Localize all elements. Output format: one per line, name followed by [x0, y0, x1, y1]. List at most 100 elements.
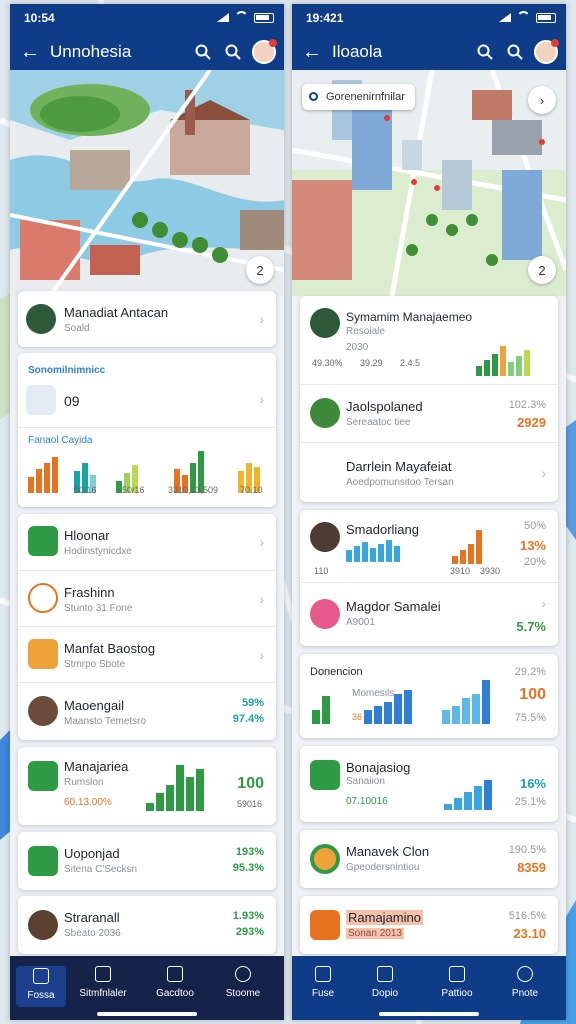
status-time: 19:421: [306, 11, 344, 25]
section-label: Fanaol Cayida: [28, 435, 93, 446]
stat-value: 2929: [517, 415, 546, 430]
profile-avatar[interactable]: [252, 39, 277, 64]
list-item[interactable]: Magdor Samalei A9001 › 5.7%: [300, 582, 558, 646]
list-item[interactable]: Darrlein Mayafeiat Aoedpomunsitoo Tersan…: [300, 442, 558, 502]
page-title: Unnohesia: [50, 42, 132, 61]
nav-home[interactable]: Fossa: [16, 966, 66, 1007]
list-title: Symamim Manajaemeo: [346, 310, 473, 324]
growth-card[interactable]: Manajariea Rumslon 60.13.00% 100 59016: [18, 747, 276, 825]
donation-card[interactable]: Donencion Momesils 36 29.2% 100 75.5%: [300, 654, 558, 738]
stat-value: 50%: [523, 520, 546, 532]
list-item[interactable]: Smadorliang 110 3910 3930 50% 13% 20%: [300, 510, 558, 582]
stats-card: Sonomilnimnicc 09 › Fanaol Cayida 50/16 …: [18, 353, 276, 507]
person-avatar: [28, 910, 58, 940]
mini-bars: [442, 680, 490, 724]
list-item[interactable]: Manfat Baostog Stmrpo Sbote ›: [18, 626, 276, 682]
money-card[interactable]: Bonajasiog Sanaiion 07.10016 16% 25.1%: [300, 746, 558, 822]
chevron-right-icon: ›: [259, 647, 264, 663]
stat-value: 1.93%: [232, 910, 264, 922]
profile-card[interactable]: Manadiat Antacan Soald ›: [18, 291, 276, 347]
home-indicator: [379, 1012, 479, 1016]
summary-card[interactable]: Straranall Sbeato 2036 1.93% 293%: [18, 896, 276, 954]
chevron-right-icon: ›: [259, 534, 264, 550]
nav-third[interactable]: Pattioo: [432, 966, 482, 999]
top-app-bar: 19:421 ← Iloaola: [292, 4, 566, 70]
globe-icon: [310, 844, 340, 874]
back-arrow-icon[interactable]: ←: [10, 41, 50, 64]
stat-value: 29.2%: [514, 666, 546, 678]
chevron-right-icon: ›: [259, 311, 264, 327]
list-item[interactable]: Jaolspolaned Sereaatoc tiee 102.3% 2929: [300, 384, 558, 442]
stat-value: 293%: [235, 926, 264, 938]
mini-bars: [312, 690, 330, 724]
list-title: Magdor Samalei: [346, 599, 441, 614]
dollar-icon: [28, 761, 58, 791]
list-item[interactable]: Symamim Manajaemeo Resoiale 2030 49.30% …: [300, 296, 558, 384]
list-item[interactable]: Hloonar Hodinstynicdxe ›: [18, 514, 276, 570]
list-subtitle: Hodinstynicdxe: [64, 546, 132, 557]
search-icon[interactable]: [470, 37, 500, 67]
status-time: 10:54: [24, 11, 55, 25]
back-arrow-icon[interactable]: ←: [292, 41, 332, 64]
map-search-box[interactable]: Gorenenirnfnilar: [302, 84, 415, 110]
list-item[interactable]: Maoengail Maansto Temetsro 59% 97.4%: [18, 682, 276, 740]
nav-search[interactable]: Stoome: [218, 966, 268, 999]
home-indicator: [97, 1012, 197, 1016]
list-title: Frashinn: [64, 585, 115, 600]
card-title: Manavek Clon: [346, 844, 430, 859]
wifi-icon: [517, 11, 530, 19]
stat-label: 39.29: [360, 358, 383, 368]
summary-card[interactable]: Uoponjad Sitena C'Secksn 193% 95.3%: [18, 832, 276, 890]
search-icon[interactable]: [188, 37, 218, 67]
card-subtitle: Sanaiion: [346, 776, 385, 787]
card-header: Sonomilnimnicc: [28, 365, 106, 376]
card-title: Bonajasiog: [346, 760, 411, 775]
card-note: 60.13.00%: [64, 797, 112, 808]
signal-icon: [499, 13, 511, 22]
chart-label-4: 70.10: [240, 485, 263, 495]
person-avatar: [310, 522, 340, 552]
list-title: Jaolspolaned: [346, 399, 423, 414]
stat-value: 97.4%: [232, 713, 264, 725]
map-navigate-button[interactable]: ›: [528, 86, 556, 114]
battery-icon: [536, 12, 556, 23]
nav-home[interactable]: Fuse: [298, 966, 348, 999]
nav-second[interactable]: Dopio: [360, 966, 410, 999]
map-zoom-badge[interactable]: 2: [246, 256, 274, 284]
building-icon: [28, 846, 58, 876]
nav-second[interactable]: Sitmfnlaler: [78, 966, 128, 999]
profile-avatar[interactable]: [534, 39, 559, 64]
nav-third[interactable]: Gacdtoo: [150, 966, 200, 999]
person-avatar: [310, 308, 340, 338]
mini-bars: [476, 340, 530, 376]
right-phone-screen: 19:421 ← Iloaola Gorenenirnfnilar 2 › Sy…: [292, 4, 566, 1020]
chevron-right-icon[interactable]: ›: [259, 391, 264, 407]
search-icon[interactable]: [500, 37, 530, 67]
list-title: Maoengail: [64, 698, 124, 713]
top-app-bar: 10:54 ← Unnohesia: [10, 4, 284, 70]
growth-bars: [146, 765, 204, 811]
list-subtitle: Resoiale: [346, 326, 385, 337]
map-zoom-badge[interactable]: 2: [528, 256, 556, 284]
signal-icon: [217, 13, 229, 22]
map-view[interactable]: Gorenenirnfnilar 2 ›: [292, 70, 566, 296]
search-icon[interactable]: [218, 37, 248, 67]
chart-label-1: 50/16: [74, 485, 97, 495]
person-avatar: [28, 696, 58, 726]
list-item[interactable]: Frashinn Stunto 31 Fone ›: [18, 570, 276, 626]
bottom-nav: Fuse Dopio Pattioo Pnote: [292, 956, 566, 1020]
list-subtitle: Stunto 31 Fone: [64, 603, 133, 614]
briefcase-icon: [28, 639, 58, 669]
list-subtitle: Aoedpomunsitoo Tersan: [346, 477, 454, 488]
stat-value: 8359: [517, 860, 546, 875]
summary-card[interactable]: Ramajamino Sonan 2013 516.5% 23.10: [300, 896, 558, 954]
small-value: 59016: [236, 799, 262, 809]
chart-label-3: 3310,13,509: [168, 485, 219, 495]
map-view[interactable]: 2: [10, 70, 284, 296]
summary-card[interactable]: Manavek Clon Gpeodersnintiou 190.5% 8359: [300, 830, 558, 888]
battery-icon: [254, 12, 274, 23]
stat-value: 193%: [235, 846, 264, 858]
chart-label-2: 50/16: [122, 485, 145, 495]
stat-value: 102.3%: [508, 399, 546, 411]
nav-search[interactable]: Pnote: [500, 966, 550, 999]
